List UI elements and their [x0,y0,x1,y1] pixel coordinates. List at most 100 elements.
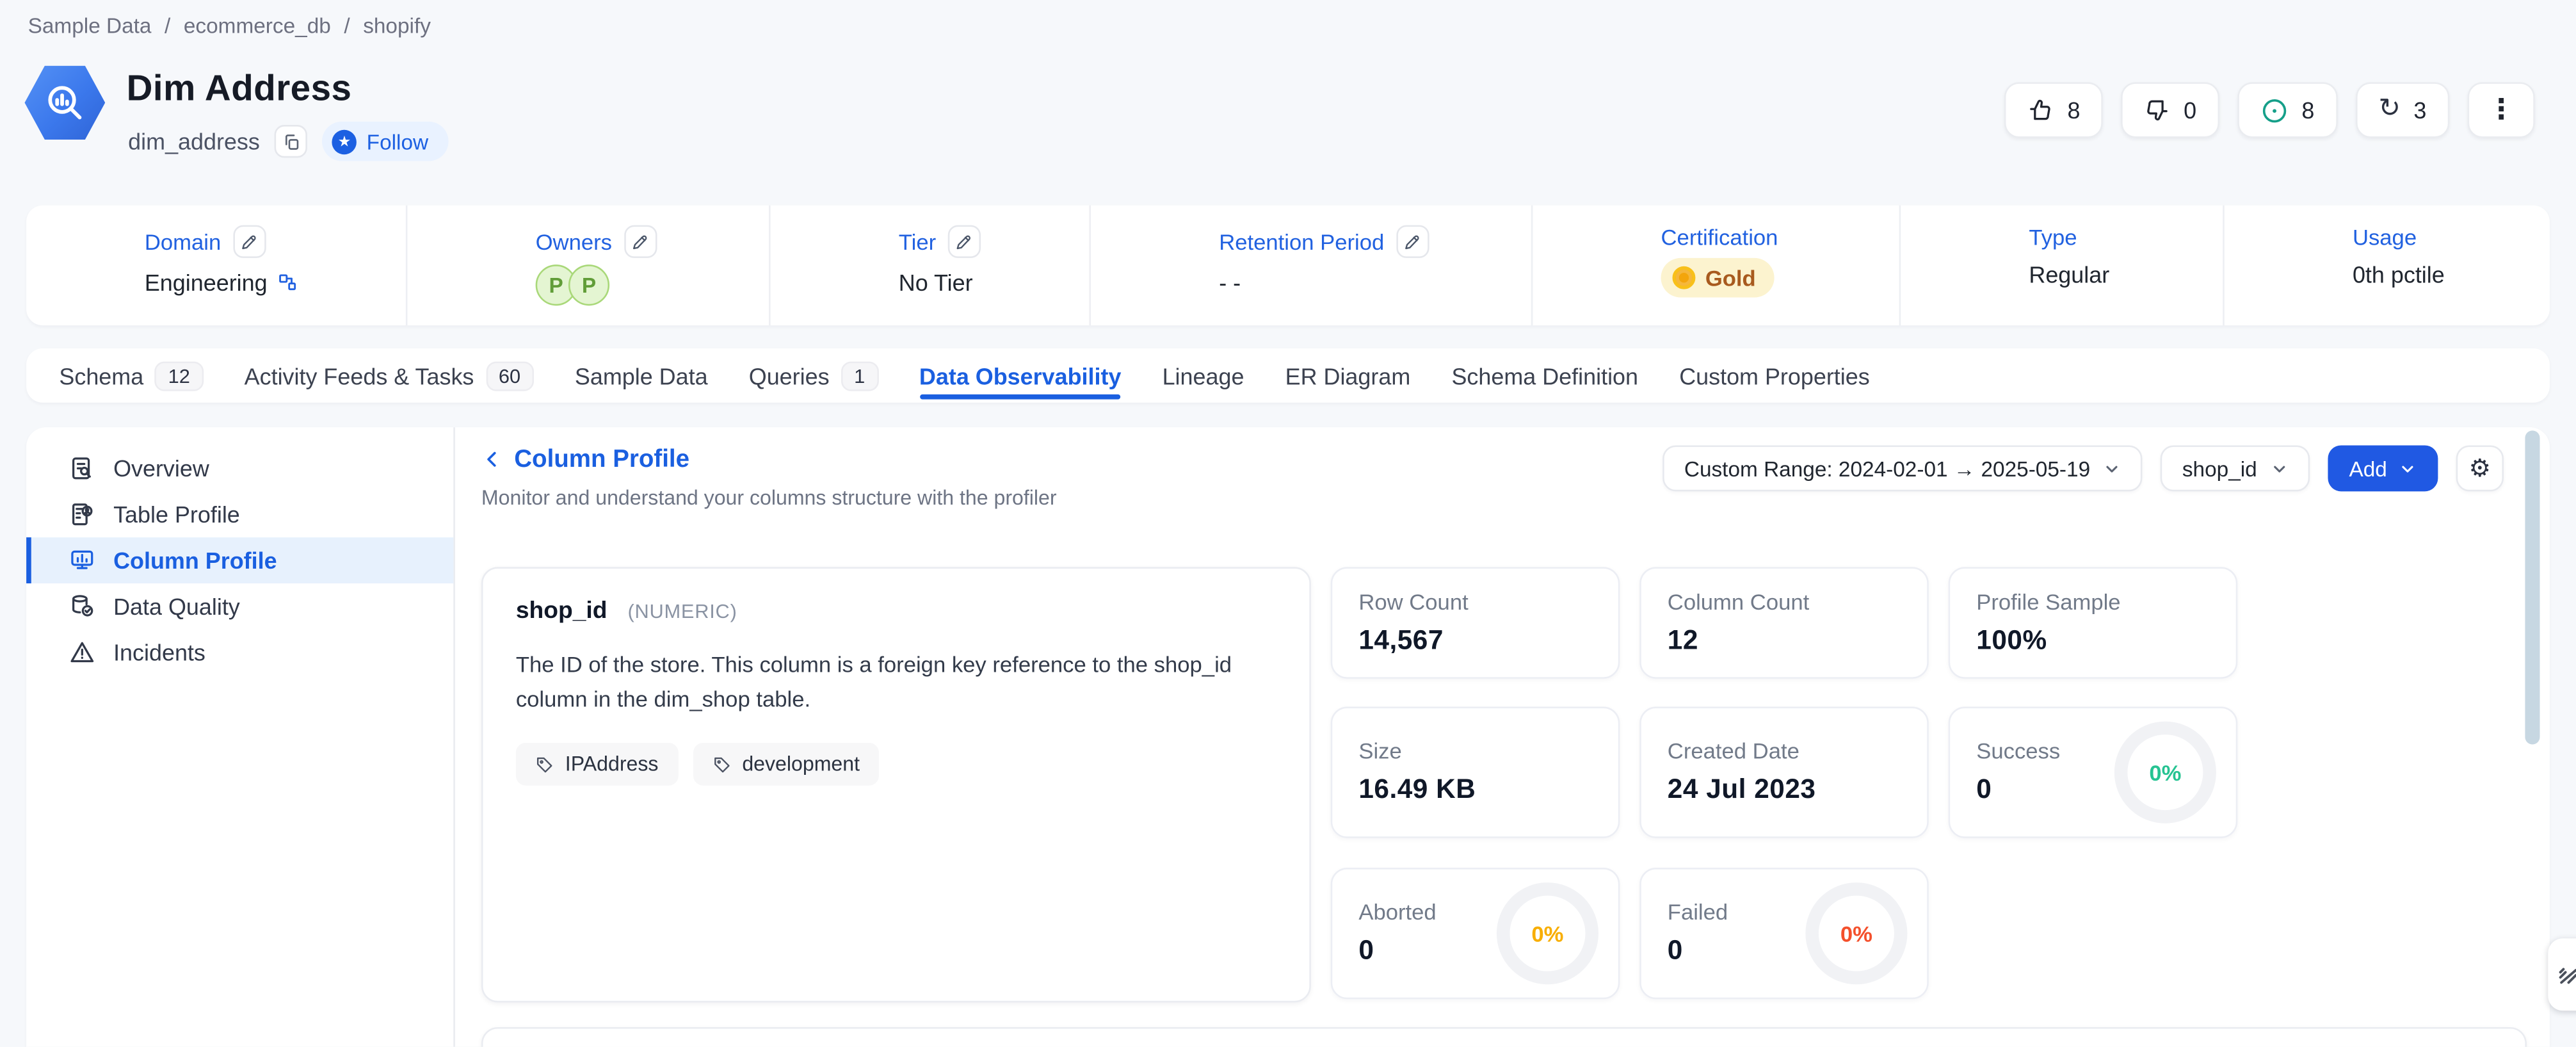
table-name: dim_address [128,128,260,154]
certification-value: Gold [1705,265,1756,289]
versions-button[interactable]: ↻ 3 [2356,82,2450,138]
entity-tabs: Schema12 Activity Feeds & Tasks60 Sample… [26,348,2550,403]
circle-dot-icon [2260,96,2289,124]
owners-label: Owners [536,229,612,254]
type-label: Type [2029,225,2077,250]
tier-value: No Tier [899,270,973,296]
stat-created-date: Created Date 24 Jul 2023 [1639,707,1929,838]
tab-er-diagram[interactable]: ER Diagram [1285,348,1411,403]
meta-tier: Tier No Tier [771,206,1091,325]
retention-label: Retention Period [1219,229,1384,254]
pencil-icon [631,232,648,250]
stat-row-count: Row Count 14,567 [1331,567,1620,679]
downvote-button[interactable]: 0 [2121,82,2219,138]
certification-badge: Gold [1661,258,1774,298]
column-description: The ID of the store. This column is a fo… [516,647,1276,717]
stat-size: Size 16.49 KB [1331,707,1620,838]
edit-domain-button[interactable] [232,225,265,258]
owner-avatar[interactable]: P [568,264,609,305]
domain-value[interactable]: Engineering [145,270,268,296]
upvote-button[interactable]: 8 [2005,82,2103,138]
tag-ipaddress[interactable]: IPAddress [516,743,678,786]
stat-aborted: Aborted 0 0% [1331,868,1620,999]
tab-schema[interactable]: Schema12 [59,348,203,403]
kebab-menu-icon: ⋮ [2487,93,2515,126]
chevron-down-icon [2270,459,2288,477]
thumbs-up-icon [2028,97,2054,123]
tab-badge: 1 [841,361,878,390]
stat-column-count: Column Count 12 [1639,567,1929,679]
data-quality-icon [69,593,95,619]
breadcrumb-item[interactable]: ecommerce_db [184,13,331,38]
tab-activity-feeds[interactable]: Activity Feeds & Tasks60 [245,348,534,403]
tab-queries[interactable]: Queries1 [749,348,878,403]
refresh-icon: ↻ [2378,97,2400,123]
tab-badge: 60 [485,361,533,390]
success-percent-ring: 0% [2114,722,2216,824]
tag-icon [712,755,730,773]
page: Sample Data / ecommerce_db / shopify Dim… [0,0,2576,1047]
edit-retention-button[interactable] [1396,225,1428,258]
follow-button[interactable]: ★ Follow [322,122,448,161]
tab-sample-data[interactable]: Sample Data [575,348,708,403]
pencil-cursor-artifact [2548,938,2576,1010]
entity-meta-bar: Domain Engineering [26,206,2550,325]
stat-failed: Failed 0 0% [1639,868,1929,999]
usage-value: 0th pctile [2353,261,2445,288]
stat-success: Success 0 0% [1949,707,2238,838]
versions-count: 3 [2413,97,2426,123]
tab-data-observability[interactable]: Data Observability [919,348,1121,403]
sidebar-item-table-profile[interactable]: Table Profile [26,491,453,537]
edit-owners-button[interactable] [624,225,656,258]
aborted-percent-ring: 0% [1497,882,1598,984]
add-button[interactable]: Add [2328,445,2438,491]
date-range-dropdown[interactable]: Custom Range: 2024-02-01 → 2025-05-19 [1662,445,2143,491]
chevron-down-icon [2104,459,2121,477]
open-tasks-count: 8 [2301,97,2314,123]
certification-label: Certification [1661,225,1778,250]
tab-lineage[interactable]: Lineage [1163,348,1244,403]
copy-name-button[interactable] [275,125,307,158]
pencil-icon [240,232,258,250]
sidebar-item-column-profile[interactable]: Column Profile [26,537,453,583]
medal-icon [1672,266,1695,289]
next-section-card [481,1027,2527,1047]
breadcrumb-item[interactable]: Sample Data [28,13,152,38]
vertical-scrollbar[interactable] [2525,430,2540,744]
sidebar-item-incidents[interactable]: Incidents [26,629,453,676]
open-tasks-button[interactable]: 8 [2237,82,2337,138]
sidebar-item-data-quality[interactable]: Data Quality [26,583,453,629]
edit-tier-button[interactable] [947,225,980,258]
pencil-icon [1403,232,1421,250]
back-chevron-icon[interactable] [481,449,503,470]
retention-value: - - [1219,270,1241,296]
copy-icon [282,133,300,150]
breadcrumb-item[interactable]: shopify [363,13,431,38]
type-value: Regular [2029,261,2109,288]
domain-label: Domain [145,229,221,254]
column-name: shop_id [516,598,608,624]
more-menu-button[interactable]: ⋮ [2468,82,2535,138]
tab-custom-properties[interactable]: Custom Properties [1679,348,1870,403]
tag-development[interactable]: development [693,743,879,786]
page-title: Dim Address [127,67,352,110]
panel-title: Column Profile [514,445,689,473]
tier-label: Tier [899,229,936,254]
column-select-dropdown[interactable]: shop_id [2161,445,2309,491]
observability-side-nav: Overview Table Profile C [26,427,455,1046]
incidents-warning-icon [69,639,95,665]
downvote-count: 0 [2184,97,2196,123]
breadcrumb-separator: / [165,13,170,38]
breadcrumb: Sample Data / ecommerce_db / shopify [28,13,431,38]
gear-icon: ⚙ [2469,456,2491,480]
overview-icon [69,455,95,482]
column-datatype: (NUMERIC) [627,600,737,623]
thumbs-down-icon [2145,97,2171,123]
column-summary-card: shop_id (NUMERIC) The ID of the store. T… [481,567,1311,1002]
upvote-count: 8 [2067,97,2080,123]
panel-subtitle: Monitor and understand your columns stru… [481,487,1057,510]
tab-badge: 12 [155,361,203,390]
sidebar-item-overview[interactable]: Overview [26,445,453,491]
settings-button[interactable]: ⚙ [2456,445,2504,491]
tab-schema-definition[interactable]: Schema Definition [1451,348,1638,403]
